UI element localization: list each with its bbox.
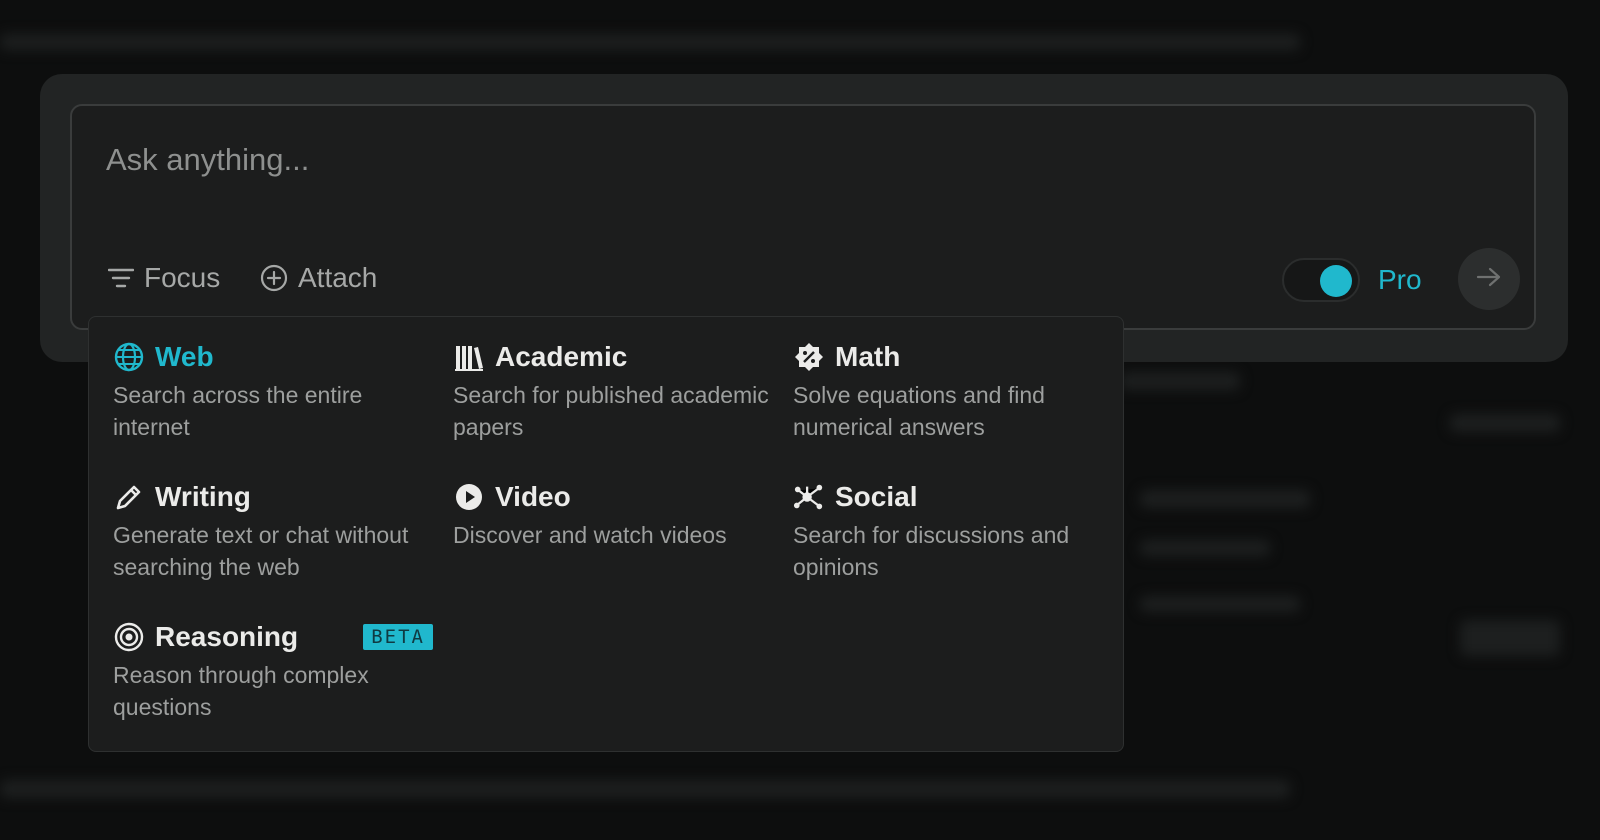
- option-title: Writing: [155, 481, 251, 512]
- background-text: [1140, 540, 1270, 556]
- background-text: [1460, 620, 1560, 656]
- books-icon: [453, 341, 485, 373]
- focus-option-video[interactable]: Video Discover and watch videos: [453, 477, 773, 551]
- background-text: [0, 34, 1300, 50]
- background-text: [0, 780, 1290, 798]
- submit-button[interactable]: [1458, 248, 1520, 310]
- focus-option-reasoning[interactable]: Reasoning BETA Reason through complex qu…: [113, 617, 433, 723]
- plus-circle-icon: [260, 264, 288, 292]
- search-input-box[interactable]: Ask anything... Focus Attach Pro: [70, 104, 1536, 330]
- focus-option-writing[interactable]: Writing Generate text or chat without se…: [113, 477, 433, 583]
- option-title: Academic: [495, 341, 628, 372]
- option-description: Search across the entire internet: [113, 382, 363, 440]
- focus-button[interactable]: Focus: [108, 262, 220, 294]
- focus-option-math[interactable]: Math Solve equations and find numerical …: [793, 337, 1113, 443]
- option-description: Solve equations and find numerical answe…: [793, 382, 1045, 440]
- attach-label: Attach: [298, 262, 378, 293]
- option-description: Generate text or chat without searching …: [113, 522, 409, 580]
- option-title: Reasoning: [155, 621, 299, 652]
- focus-option-web[interactable]: Web Search across the entire internet: [113, 337, 433, 443]
- option-description: Reason through complex questions: [113, 662, 369, 720]
- option-description: Search for published academic papers: [453, 382, 769, 440]
- pencil-icon: [113, 481, 145, 513]
- pro-label[interactable]: Pro: [1378, 264, 1422, 296]
- option-title: Web: [155, 341, 214, 372]
- math-icon: [793, 341, 825, 373]
- pro-toggle[interactable]: [1282, 258, 1360, 302]
- option-title: Video: [495, 481, 571, 512]
- option-description: Discover and watch videos: [453, 522, 727, 548]
- background-text: [1140, 596, 1300, 612]
- toggle-knob: [1320, 265, 1352, 297]
- arrow-right-icon: [1476, 266, 1502, 293]
- target-icon: [113, 621, 145, 653]
- search-input[interactable]: Ask anything...: [106, 142, 309, 178]
- option-description: Search for discussions and opinions: [793, 522, 1070, 580]
- attach-button[interactable]: Attach: [260, 262, 377, 294]
- globe-icon: [113, 341, 145, 373]
- network-icon: [793, 481, 825, 513]
- filter-icon: [108, 267, 134, 289]
- focus-option-academic[interactable]: Academic Search for published academic p…: [453, 337, 773, 443]
- play-icon: [453, 481, 485, 513]
- option-title: Math: [835, 341, 901, 372]
- focus-label: Focus: [144, 262, 221, 293]
- background-text: [1120, 372, 1240, 390]
- background-text: [1140, 490, 1310, 508]
- focus-dropdown: Web Search across the entire internet Ac…: [88, 316, 1124, 752]
- option-title: Social: [835, 481, 918, 512]
- beta-badge: BETA: [363, 624, 433, 650]
- background-text: [1450, 414, 1560, 432]
- focus-option-social[interactable]: Social Search for discussions and opinio…: [793, 477, 1113, 583]
